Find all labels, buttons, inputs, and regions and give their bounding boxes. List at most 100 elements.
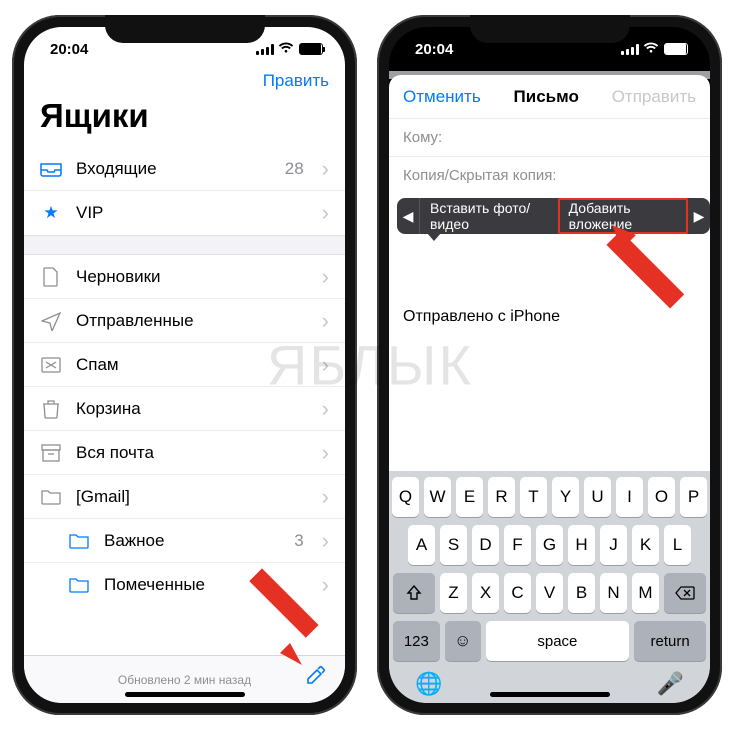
return-key[interactable]: return [634, 621, 706, 661]
cc-field[interactable]: Копия/Скрытая копия: [389, 157, 710, 194]
wifi-icon [643, 41, 659, 58]
key-s[interactable]: S [440, 525, 467, 565]
mailbox-allmail[interactable]: Вся почта › [24, 431, 345, 475]
globe-icon[interactable]: 🌐 [415, 671, 442, 697]
mic-icon[interactable]: 🎤 [657, 671, 684, 697]
mailbox-label: Вся почта [76, 443, 304, 463]
key-u[interactable]: U [584, 477, 611, 517]
menu-add-attachment[interactable]: Добавить вложение [558, 198, 688, 234]
mailbox-inbox[interactable]: Входящие 28 › [24, 147, 345, 191]
mailbox-label: Черновики [76, 267, 304, 287]
chevron-right-icon: › [322, 528, 329, 554]
context-menu: ◀ Вставить фото/видео Добавить вложение … [397, 198, 710, 234]
chevron-right-icon: › [322, 440, 329, 466]
star-icon: ★ [40, 203, 62, 223]
key-g[interactable]: G [536, 525, 563, 565]
document-icon [40, 267, 62, 287]
status-time: 20:04 [50, 41, 88, 58]
edit-button[interactable]: Править [263, 71, 329, 91]
section-separator [24, 235, 345, 255]
compose-title: Письмо [514, 87, 579, 107]
compose-button[interactable] [305, 664, 327, 691]
chevron-right-icon: › [322, 200, 329, 226]
mailbox-trash[interactable]: Корзина › [24, 387, 345, 431]
to-field[interactable]: Кому: [389, 119, 710, 157]
key-q[interactable]: Q [392, 477, 419, 517]
numbers-key[interactable]: 123 [393, 621, 440, 661]
inbox-icon [40, 161, 62, 177]
mailbox-label: [Gmail] [76, 487, 304, 507]
key-c[interactable]: C [504, 573, 531, 613]
battery-icon [664, 43, 688, 55]
key-h[interactable]: H [568, 525, 595, 565]
mailbox-vip[interactable]: ★ VIP › [24, 191, 345, 235]
key-i[interactable]: I [616, 477, 643, 517]
menu-next-button[interactable]: ▶ [688, 208, 710, 225]
chevron-right-icon: › [322, 308, 329, 334]
menu-insert-media[interactable]: Вставить фото/видео [419, 198, 558, 234]
mailbox-important[interactable]: Важное 3 › [24, 519, 345, 563]
folder-icon [68, 533, 90, 549]
status-time: 20:04 [415, 41, 453, 58]
key-o[interactable]: O [648, 477, 675, 517]
archive-icon [40, 444, 62, 462]
shift-key[interactable] [393, 573, 435, 613]
backspace-key[interactable] [664, 573, 706, 613]
mailbox-label: VIP [76, 203, 304, 223]
mailbox-spam[interactable]: Спам › [24, 343, 345, 387]
signal-icon [256, 44, 273, 55]
folder-icon [40, 489, 62, 505]
key-k[interactable]: K [632, 525, 659, 565]
mailbox-count: 28 [285, 159, 304, 179]
mailbox-label: Корзина [76, 399, 304, 419]
mailbox-label: Отправленные [76, 311, 304, 331]
key-z[interactable]: Z [440, 573, 467, 613]
key-j[interactable]: J [600, 525, 627, 565]
keyboard: QWERTYUIOP ASDFGHJKL ZXCVBNM 123 ☺ space… [389, 471, 710, 703]
signature-text: Отправлено с iPhone [403, 308, 560, 325]
key-d[interactable]: D [472, 525, 499, 565]
key-x[interactable]: X [472, 573, 499, 613]
battery-icon [299, 43, 323, 55]
key-a[interactable]: A [408, 525, 435, 565]
key-n[interactable]: N [600, 573, 627, 613]
key-p[interactable]: P [680, 477, 707, 517]
menu-prev-button[interactable]: ◀ [397, 208, 419, 225]
mailbox-label: Помеченные [104, 575, 304, 595]
key-t[interactable]: T [520, 477, 547, 517]
key-m[interactable]: M [632, 573, 659, 613]
chevron-right-icon: › [322, 396, 329, 422]
mailbox-drafts[interactable]: Черновики › [24, 255, 345, 299]
message-body[interactable]: Отправлено с iPhone [389, 238, 710, 326]
mailbox-label: Спам [76, 355, 304, 375]
compose-navbar: Отменить Письмо Отправить [389, 75, 710, 119]
paperplane-icon [40, 311, 62, 331]
wifi-icon [278, 41, 294, 58]
mailbox-count: 3 [294, 531, 303, 551]
send-button[interactable]: Отправить [612, 87, 696, 107]
signal-icon [621, 44, 638, 55]
key-e[interactable]: E [456, 477, 483, 517]
space-key[interactable]: space [486, 621, 630, 661]
key-r[interactable]: R [488, 477, 515, 517]
key-f[interactable]: F [504, 525, 531, 565]
update-status: Обновлено 2 мин назад [118, 673, 251, 687]
chevron-right-icon: › [322, 484, 329, 510]
trash-icon [40, 399, 62, 419]
mailbox-label: Входящие [76, 159, 271, 179]
mailbox-sent[interactable]: Отправленные › [24, 299, 345, 343]
key-y[interactable]: Y [552, 477, 579, 517]
mailbox-gmail[interactable]: [Gmail] › [24, 475, 345, 519]
cancel-button[interactable]: Отменить [403, 87, 481, 107]
emoji-key[interactable]: ☺ [445, 621, 481, 661]
mailbox-starred[interactable]: Помеченные › [24, 563, 345, 607]
phone-right: 20:04 Отменить Письмо Отправить Кому: Ко… [377, 15, 722, 715]
key-v[interactable]: V [536, 573, 563, 613]
chevron-right-icon: › [322, 352, 329, 378]
key-w[interactable]: W [424, 477, 451, 517]
folder-icon [68, 577, 90, 593]
key-b[interactable]: B [568, 573, 595, 613]
key-l[interactable]: L [664, 525, 691, 565]
mailbox-label: Важное [104, 531, 280, 551]
notch [470, 15, 630, 43]
